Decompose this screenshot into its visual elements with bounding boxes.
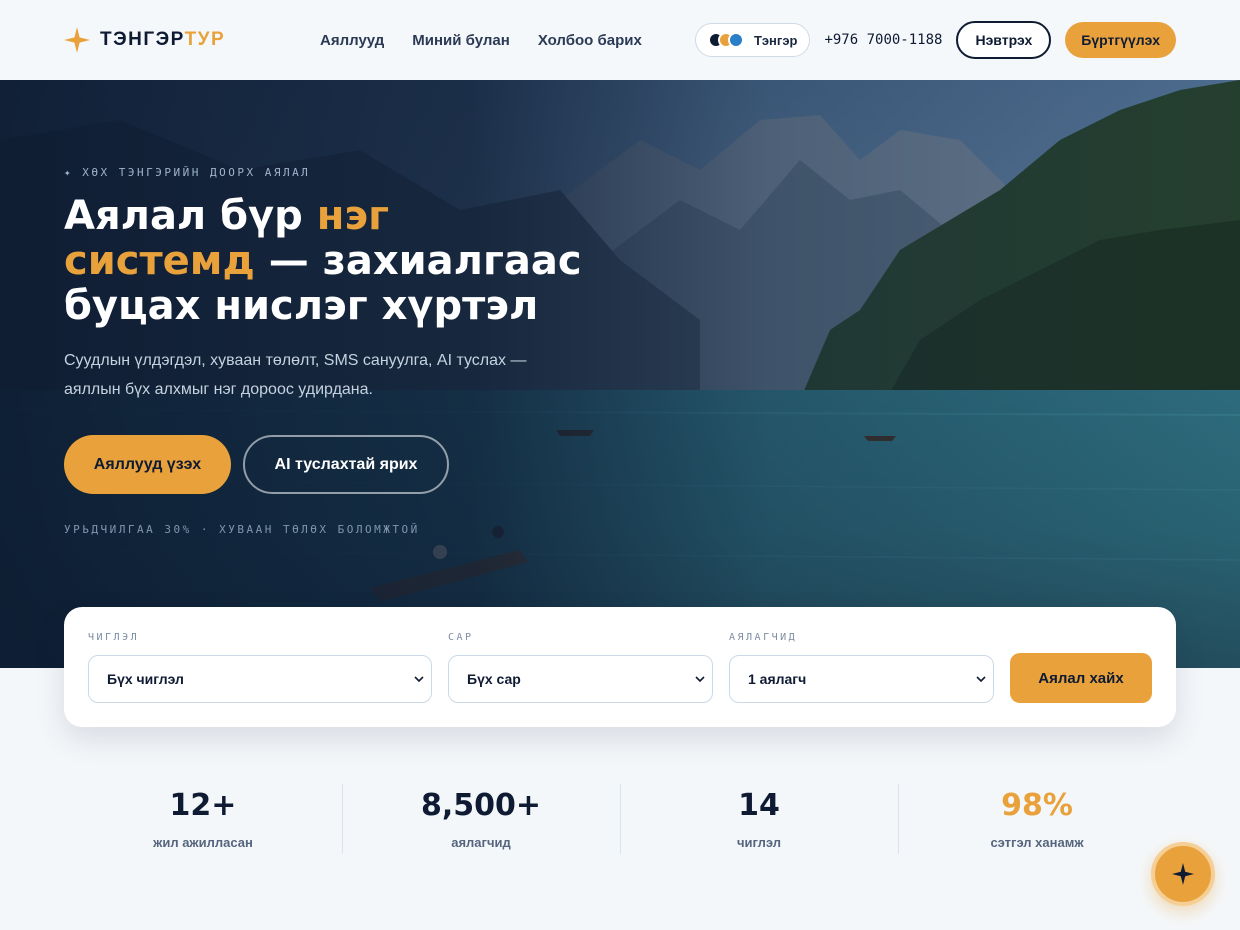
stat-label: жил ажилласан [153,835,253,850]
logo-text: ТЭНГЭРТУР [100,29,226,50]
month-select-value: Бүх сар [467,671,521,687]
stat-label: аялагчид [451,835,511,850]
stats-row: 12+ жил ажилласан 8,500+ аялагчид 14 чиг… [64,782,1176,854]
stat-travelers: 8,500+ аялагчид [342,782,620,854]
logo[interactable]: ТЭНГЭРТУР [64,27,225,53]
payment-note: УРЬДЧИЛГАА 30% · ХУВААН ТӨЛӨХ БОЛОМЖТОЙ [64,523,420,536]
view-tours-button[interactable]: Аяллууд үзэх [64,435,231,494]
ai-chat-fab[interactable] [1151,842,1215,906]
register-button[interactable]: Бүртгүүлэх [1065,22,1176,58]
destination-select[interactable]: Бүх чиглэл [88,655,432,703]
phone-number[interactable]: +976 7000-1188 [824,32,942,48]
chevron-down-icon [976,676,986,683]
search-tours-button[interactable]: Аялал хайх [1010,653,1152,703]
ai-assistant-button[interactable]: AI туслахтай ярих [243,435,449,494]
hero-eyebrow: ✦ ХӨХ ТЭНГЭРИЙН ДООРХ АЯЛАЛ [64,166,311,179]
month-label: САР [448,632,474,643]
stat-satisfaction: 98% сэтгэл ханамж [898,782,1176,854]
destination-label: ЧИГЛЭЛ [88,632,140,643]
main-nav: Аяллууд Миний булан Холбоо барих [320,0,642,80]
stat-value: 12+ [169,788,237,823]
stat-label: сэтгэл ханамж [990,835,1084,850]
theme-switcher[interactable]: Тэнгэр [694,23,811,57]
stat-value: 14 [738,788,780,823]
travelers-select-value: 1 аялагч [748,671,807,687]
chevron-down-icon [695,676,705,683]
stat-label: чиглэл [736,835,781,850]
stat-years: 12+ жил ажилласан [64,782,342,854]
stat-value: 98% [1001,788,1073,823]
theme-switcher-label: Тэнгэр [753,32,798,48]
travelers-select[interactable]: 1 аялагч [729,655,994,703]
tour-search-form: ЧИГЛЭЛ Бүх чиглэл САР Бүх сар АЯЛАГЧИД 1… [64,607,1176,727]
four-point-star-icon [64,27,90,53]
stat-value: 8,500+ [420,788,542,823]
chevron-down-icon [414,676,424,683]
nav-item-contact[interactable]: Холбоо барих [538,32,642,49]
month-select[interactable]: Бүх сар [448,655,713,703]
destination-select-value: Бүх чиглэл [107,671,184,687]
nav-item-my-corner[interactable]: Миний булан [412,32,510,49]
color-dots-icon [707,32,744,48]
hero-subtitle: Суудлын үлдэгдэл, хуваан төлөлт, SMS сан… [64,352,527,398]
stat-destinations: 14 чиглэл [620,782,898,854]
travelers-label: АЯЛАГЧИД [729,632,798,643]
sparkle-icon [1172,863,1194,885]
hero-section: ✦ ХӨХ ТЭНГЭРИЙН ДООРХ АЯЛАЛ Аялал бүр нэ… [0,80,1240,668]
header-actions: Тэнгэр +976 7000-1188 Нэвтрэх Бүртгүүлэх [694,0,1176,80]
login-button[interactable]: Нэвтрэх [956,21,1052,59]
nav-item-tours[interactable]: Аяллууд [320,32,384,49]
site-header: ТЭНГЭРТУР Аяллууд Миний булан Холбоо бар… [0,0,1240,80]
hero-title: Аялал бүр нэг системд — захиалгаас буцах… [64,193,582,329]
